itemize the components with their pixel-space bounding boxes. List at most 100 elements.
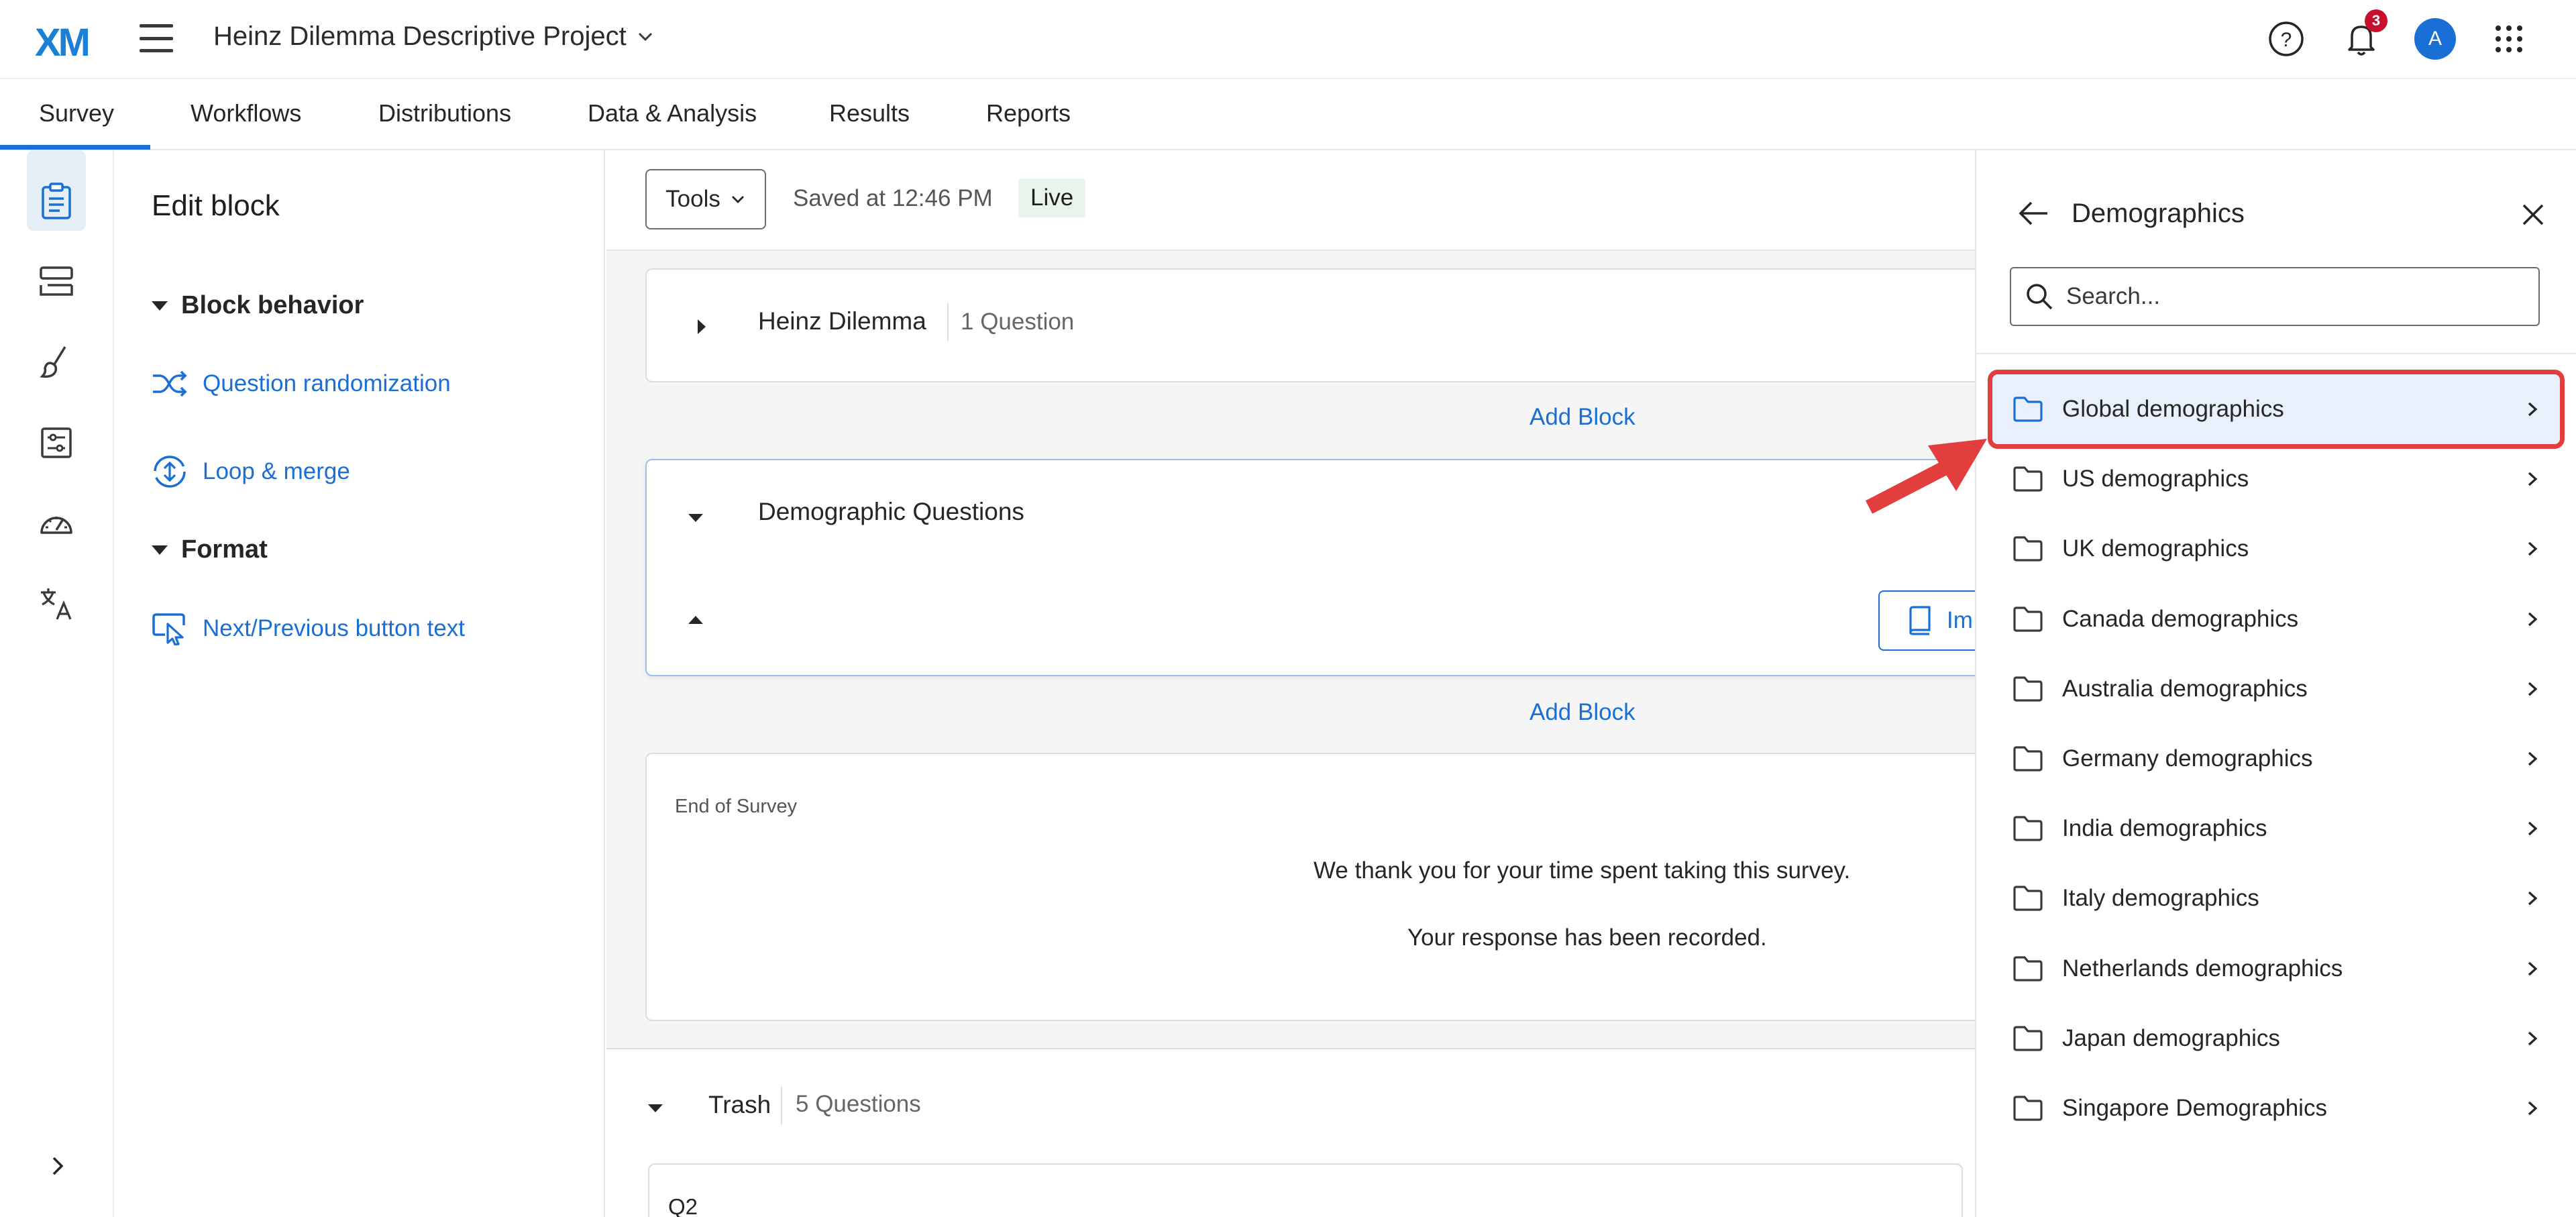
project-title-dropdown[interactable]: Heinz Dilemma Descriptive Project <box>213 21 655 52</box>
rail-gauge-button[interactable] <box>27 494 86 553</box>
chevron-right-icon <box>2528 402 2538 417</box>
next-previous-button-text-link[interactable]: Next/Previous button text <box>152 612 465 645</box>
chevron-right-icon <box>2528 612 2538 626</box>
folder-icon <box>2013 746 2043 772</box>
folder-item[interactable]: Singapore Demographics <box>1992 1073 2560 1143</box>
folder-item[interactable]: Global demographics <box>1988 370 2565 449</box>
chevron-right-icon <box>2528 1101 2538 1116</box>
svg-text:?: ? <box>2281 29 2292 51</box>
expand-rail-button[interactable] <box>44 1153 71 1179</box>
menu-icon[interactable] <box>140 24 173 52</box>
end-message-line1: We thank you for your time spent taking … <box>1313 857 1851 884</box>
tab-results[interactable]: Results <box>829 99 910 127</box>
collapse-block-icon[interactable] <box>688 514 703 522</box>
tab-workflows[interactable]: Workflows <box>191 99 301 127</box>
survey-icon <box>42 182 71 219</box>
add-block-link[interactable]: Add Block <box>1529 699 1635 726</box>
active-tab-indicator <box>0 145 150 150</box>
tab-distributions[interactable]: Distributions <box>378 99 511 127</box>
tab-survey[interactable]: Survey <box>39 99 114 127</box>
back-arrow-icon[interactable] <box>2017 199 2050 228</box>
tab-data-analysis[interactable]: Data & Analysis <box>588 99 757 127</box>
caret-down-icon <box>152 545 168 555</box>
tab-reports[interactable]: Reports <box>986 99 1071 127</box>
survey-toolbar: Tools Saved at 12:46 PM Live <box>606 150 1975 251</box>
help-icon[interactable]: ? <box>2266 19 2306 59</box>
project-title: Heinz Dilemma Descriptive Project <box>213 21 627 51</box>
chevron-down-icon <box>638 32 652 41</box>
folder-item[interactable]: Netherlands demographics <box>1992 934 2560 1004</box>
brush-icon <box>40 346 66 378</box>
edit-block-title: Edit block <box>152 189 280 222</box>
rail-blocks-button[interactable] <box>27 252 86 311</box>
book-icon <box>1909 606 1931 635</box>
chevron-right-icon <box>2528 751 2538 766</box>
folder-label: US demographics <box>2062 466 2249 492</box>
folder-item[interactable]: UK demographics <box>1992 514 2560 584</box>
loop-merge-link[interactable]: Loop & merge <box>152 454 350 490</box>
loop-icon <box>154 456 186 488</box>
folder-item[interactable]: US demographics <box>1992 444 2560 514</box>
blocks-icon <box>40 266 73 296</box>
rail-survey-button[interactable] <box>27 172 86 231</box>
chevron-right-icon <box>2528 961 2538 975</box>
trash-section: Trash 5 Questions Q2 <box>606 1048 1975 1217</box>
notification-badge: 3 <box>2365 9 2387 32</box>
annotation-arrow <box>1865 439 1987 514</box>
folder-label: Canada demographics <box>2062 605 2299 632</box>
folder-icon <box>2013 466 2043 492</box>
folder-label: Japan demographics <box>2062 1024 2280 1051</box>
folder-item[interactable]: Italy demographics <box>1992 863 2560 933</box>
question-randomization-link[interactable]: Question randomization <box>152 369 451 399</box>
rail-options-button[interactable] <box>27 413 86 472</box>
block-name: Demographic Questions <box>758 498 1024 525</box>
caret-down-icon <box>152 301 168 311</box>
folder-icon <box>2013 886 2043 911</box>
add-block-link[interactable]: Add Block <box>1529 404 1635 431</box>
question-randomization-label: Question randomization <box>203 370 451 396</box>
rail-translate-button[interactable] <box>27 574 86 633</box>
folder-item[interactable]: Germany demographics <box>1992 724 2560 794</box>
close-icon[interactable] <box>2520 201 2546 228</box>
folder-label: Italy demographics <box>2062 885 2259 912</box>
trash-count: 5 Questions <box>796 1091 921 1117</box>
apps-grid-icon[interactable] <box>2489 19 2529 59</box>
block-heinz-dilemma[interactable]: Heinz Dilemma 1 Question <box>645 268 2000 382</box>
saved-status: Saved at 12:46 PM <box>793 185 993 211</box>
search-input[interactable] <box>2066 283 2536 310</box>
block-demographic-questions[interactable]: Demographic Questions Im <box>645 459 2012 676</box>
shuffle-icon <box>153 370 187 397</box>
gauge-icon <box>40 517 72 534</box>
end-of-survey-block[interactable]: End of Survey We thank you for your time… <box>645 753 2000 1021</box>
trash-title: Trash <box>708 1091 771 1118</box>
folder-item[interactable]: Japan demographics <box>1992 1004 2560 1073</box>
top-bar: XM Heinz Dilemma Descriptive Project ? 3… <box>0 0 2576 79</box>
folder-item[interactable]: Australia demographics <box>1992 654 2560 724</box>
folder-icon <box>2013 676 2043 702</box>
folder-icon <box>2013 1096 2043 1121</box>
folder-icon <box>2013 816 2043 841</box>
cursor-click-icon <box>152 613 185 645</box>
collapse-up-icon[interactable] <box>688 616 703 624</box>
xm-logo[interactable]: XM <box>35 20 91 65</box>
options-icon <box>41 427 72 458</box>
edit-block-panel: Edit block Block behavior Question rando… <box>115 150 605 1217</box>
folder-item[interactable]: India demographics <box>1992 794 2560 863</box>
chevron-down-icon <box>731 196 744 203</box>
tools-button[interactable]: Tools <box>645 169 766 229</box>
rail-look-feel-button[interactable] <box>27 333 86 392</box>
folder-item[interactable]: Canada demographics <box>1992 584 2560 654</box>
expand-block-icon[interactable] <box>698 319 706 334</box>
format-toggle[interactable]: Format <box>152 535 268 564</box>
avatar[interactable]: A <box>2414 18 2456 60</box>
search-box[interactable] <box>2010 267 2540 326</box>
chevron-right-icon <box>2528 682 2538 696</box>
panel-title: Demographics <box>2072 199 2245 228</box>
collapse-trash-icon[interactable] <box>648 1104 663 1112</box>
chevron-right-icon <box>2528 472 2538 486</box>
block-behavior-toggle[interactable]: Block behavior <box>152 291 364 320</box>
trash-question-card[interactable]: Q2 <box>648 1163 1963 1217</box>
folder-icon <box>2013 396 2043 422</box>
folder-label: Singapore Demographics <box>2062 1095 2327 1121</box>
question-count: 1 Question <box>961 309 1075 335</box>
